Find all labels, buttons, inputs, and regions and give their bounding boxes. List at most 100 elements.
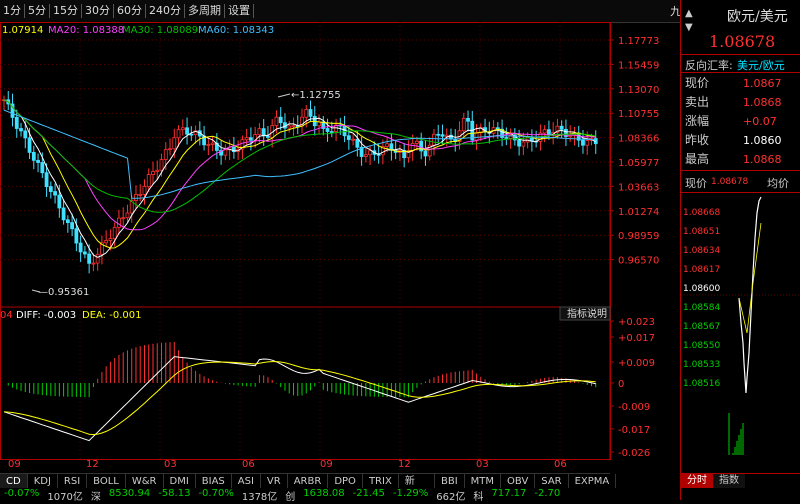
indicator-tab-expma[interactable]: EXPMA xyxy=(569,474,617,489)
ticker-item-12: 科 xyxy=(473,492,484,503)
price-tick-9: 0.96570 xyxy=(618,256,659,267)
candle-body xyxy=(48,186,53,192)
candle-body xyxy=(521,141,526,147)
macd-tick-3: 0 xyxy=(618,379,624,390)
candle-body xyxy=(444,134,449,137)
indicator-tab-cd[interactable]: CD xyxy=(0,474,28,489)
macd-tick-2: +0.009 xyxy=(618,358,655,369)
indicator-tab-bbi[interactable]: BBI xyxy=(435,474,465,489)
indicator-tab-trix[interactable]: TRIX xyxy=(363,474,399,489)
month-label-2: 03 xyxy=(164,459,177,470)
candle-body xyxy=(210,142,215,145)
indicator-tab-vr[interactable]: VR xyxy=(261,474,288,489)
candle-body xyxy=(19,128,23,132)
candle-body xyxy=(168,148,172,151)
candle-body xyxy=(108,238,113,241)
indicator-tab-新dma[interactable]: 新DMA xyxy=(399,474,435,502)
mini-tab-0[interactable]: 分时 xyxy=(681,474,713,488)
indicator-tab-sar[interactable]: SAR xyxy=(535,474,569,489)
candle-body xyxy=(14,117,19,129)
candle-body xyxy=(23,130,28,139)
ticker-item-10: -1.29% xyxy=(392,488,429,499)
candle-body xyxy=(440,134,445,137)
candle-body xyxy=(329,131,334,133)
quote-rows: 现价 1.0867 卖出 1.0868 涨幅 +0.07 昨收 1.0860 最高 1.0868 xyxy=(685,74,800,169)
price-tick-4: 1.08366 xyxy=(618,134,659,145)
candle-body xyxy=(159,159,164,171)
indicator-tab-mtm[interactable]: MTM xyxy=(465,474,502,489)
quote-value: 1.0868 xyxy=(743,96,782,109)
period-tab-2[interactable]: 15分 xyxy=(50,4,82,18)
indicator-tab-asi[interactable]: ASI xyxy=(232,474,261,489)
diff-line xyxy=(3,356,596,442)
chart-frame xyxy=(0,22,611,460)
macd-tick-6: -0.026 xyxy=(618,448,650,459)
indicator-tab-arbr[interactable]: ARBR xyxy=(288,474,329,489)
arrow-down-icon[interactable]: ▼ xyxy=(685,22,693,33)
candle-body xyxy=(112,226,117,239)
candle-body xyxy=(53,191,57,196)
reverse-rate-link[interactable]: 美元/欧元 xyxy=(737,57,785,73)
candle-body xyxy=(351,138,355,141)
kline-chart[interactable]: 1.17773 1.15459 1.13070 1.10755 1.08366 1.059… xyxy=(0,22,680,482)
candle-body xyxy=(189,133,194,136)
candle-body xyxy=(410,142,415,151)
candle-body xyxy=(104,240,109,244)
indicator-tab-dmi[interactable]: DMI xyxy=(164,474,196,489)
indicator-tab-kdj[interactable]: KDJ xyxy=(28,474,58,489)
arrow-up-icon[interactable]: ▲ xyxy=(685,8,693,19)
period-tab-6[interactable]: 多周期 xyxy=(185,4,225,18)
quote-value: 1.0868 xyxy=(743,153,782,166)
indicator-tab-w&r[interactable]: W&R xyxy=(126,474,164,489)
ticker-item-14: -2.70 xyxy=(534,488,561,499)
candle-body xyxy=(95,253,100,264)
ticker-item-11: 662亿 xyxy=(436,492,466,503)
indicator-tab-bias[interactable]: BIAS xyxy=(196,474,232,489)
month-label-7: 06 xyxy=(554,459,567,470)
mini-tick-8: 1.08533 xyxy=(683,360,720,370)
candle-body xyxy=(547,129,551,135)
indicator-tab-obv[interactable]: OBV xyxy=(501,474,536,489)
candle-body xyxy=(461,117,466,132)
candle-body xyxy=(346,135,351,140)
macd-tick-0: +0.023 xyxy=(618,317,655,328)
low-annotation: —0.95361 xyxy=(38,287,89,298)
candle-body xyxy=(266,135,270,138)
candle-body xyxy=(155,169,160,172)
diff-legend: DIFF: -0.003 xyxy=(16,310,76,321)
candle-body xyxy=(36,159,40,163)
period-tab-0[interactable]: 1分 xyxy=(0,4,25,18)
indicator-tab-rsi[interactable]: RSI xyxy=(58,474,88,489)
period-tab-1[interactable]: 5分 xyxy=(25,4,50,18)
candle-body xyxy=(146,174,151,187)
quote-value: +0.07 xyxy=(743,115,777,128)
high-annotation: ←1.12755 xyxy=(291,90,341,101)
candle-body xyxy=(117,217,121,228)
period-tab-5[interactable]: 240分 xyxy=(146,4,185,18)
macd-tick-5: -0.017 xyxy=(618,425,650,436)
period-tab-4[interactable]: 60分 xyxy=(114,4,146,18)
mini-tick-0: 1.08668 xyxy=(683,208,720,218)
month-label-3: 06 xyxy=(242,459,255,470)
candle-body xyxy=(559,125,564,130)
macd-bars xyxy=(7,341,597,398)
candle-body xyxy=(585,140,590,146)
dea-legend: DEA: -0.001 xyxy=(82,310,141,321)
candle-body xyxy=(287,125,292,129)
candle-body xyxy=(70,222,75,230)
candle-body xyxy=(206,144,211,146)
candle-body xyxy=(40,162,45,174)
mini-tab-1[interactable]: 指数 xyxy=(713,474,745,488)
ticker-item-8: 1638.08 xyxy=(303,488,345,499)
candle-body xyxy=(138,194,143,196)
period-tab-7[interactable]: 设置 xyxy=(225,4,254,18)
indicator-tab-dpo[interactable]: DPO xyxy=(328,474,363,489)
period-tab-3[interactable]: 30分 xyxy=(82,4,114,18)
candle-body xyxy=(61,207,66,221)
indicator-tab-boll[interactable]: BOLL xyxy=(87,474,126,489)
candle-body xyxy=(504,137,509,139)
current-price: 1.08678 xyxy=(709,32,776,51)
intraday-chart[interactable]: 1.08668 1.08651 1.08634 1.08617 1.08600 1.085… xyxy=(681,193,800,473)
quote-label: 昨收 xyxy=(685,133,710,147)
candle-body xyxy=(31,152,36,161)
